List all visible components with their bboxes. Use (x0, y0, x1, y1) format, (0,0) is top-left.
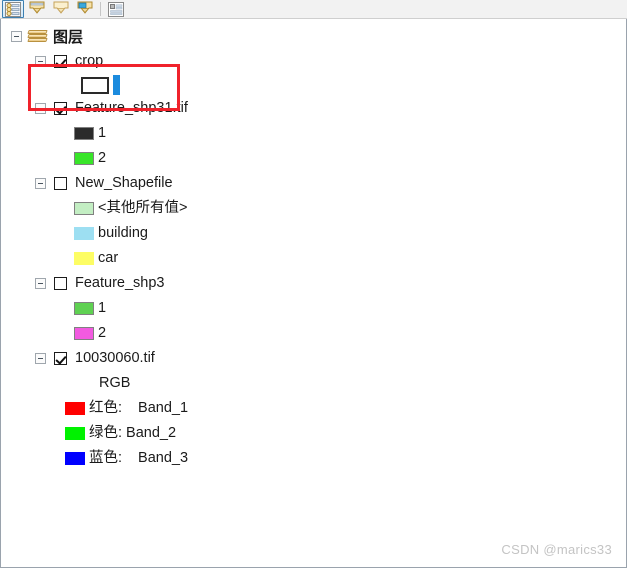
layer-checkbox-10030060[interactable] (54, 352, 67, 365)
layer-label-feature-shp3: Feature_shp3 (75, 275, 165, 292)
toc-toolbar (0, 0, 627, 19)
symbol-swatch-new-shapefile-building[interactable] (74, 227, 94, 240)
symbol-row-feature-shp31-2[interactable]: 2 (1, 146, 626, 171)
symbol-swatch-crop-outline[interactable] (81, 76, 109, 94)
layer-checkbox-feature-shp31[interactable] (54, 102, 67, 115)
layer-checkbox-new-shapefile[interactable] (54, 177, 67, 190)
layer-item-new-shapefile[interactable]: New_Shapefile (1, 171, 626, 196)
collapse-toggle-new-shapefile[interactable] (35, 178, 46, 189)
symbol-swatch-new-shapefile-other[interactable] (74, 202, 94, 215)
symbol-row-new-shapefile-building[interactable]: building (1, 221, 626, 246)
symbol-swatch-band-blue[interactable] (65, 452, 85, 465)
layer-label-10030060: 10030060.tif (75, 350, 155, 367)
list-by-source-button[interactable] (26, 0, 48, 18)
symbol-swatch-band-green[interactable] (65, 427, 85, 440)
symbol-label-band-blue: 蓝色: (89, 450, 123, 467)
symbol-row-feature-shp3-1[interactable]: 1 (1, 296, 626, 321)
list-by-source-icon (29, 1, 45, 14)
layer-item-10030060[interactable]: 10030060.tif (1, 346, 626, 371)
symbol-row-band-red[interactable]: 红色: Band_1 (1, 396, 626, 421)
symbol-label-band-green: 绿色: (89, 425, 123, 442)
symbol-row-feature-shp3-2[interactable]: 2 (1, 321, 626, 346)
watermark: CSDN @marics33 (501, 542, 612, 557)
collapse-toggle-feature-shp3[interactable] (35, 278, 46, 289)
symbol-label-feature-shp31-2: 2 (98, 150, 107, 167)
symbol-value-band-green: Band_2 (126, 425, 177, 442)
table-of-contents-panel[interactable]: 图层 crop Feature_shp31.tif 1 2 New_Shapef… (0, 19, 627, 568)
list-by-selection-icon (77, 1, 93, 14)
symbol-row-new-shapefile-other[interactable]: <其他所有值> (1, 196, 626, 221)
layer-checkbox-crop[interactable] (54, 55, 67, 68)
symbol-value-band-red: Band_1 (138, 400, 189, 417)
layer-label-crop: crop (75, 53, 104, 70)
root-label: 图层 (53, 29, 84, 46)
symbol-swatch-crop-blue-bar[interactable] (113, 75, 120, 95)
options-icon (108, 1, 124, 17)
layer-tree: 图层 crop Feature_shp31.tif 1 2 New_Shapef… (1, 19, 626, 471)
list-by-drawing-order-icon (5, 1, 21, 17)
symbol-label-feature-shp3-1: 1 (98, 300, 107, 317)
collapse-toggle-root[interactable] (11, 31, 22, 42)
symbol-label-feature-shp3-2: 2 (98, 325, 107, 342)
symbol-label-band-red: 红色: (89, 400, 123, 417)
collapse-toggle-crop[interactable] (35, 56, 46, 67)
toolbar-separator (100, 2, 101, 16)
list-by-drawing-order-button[interactable] (2, 0, 24, 18)
list-by-selection-button[interactable] (74, 0, 96, 18)
symbol-label-new-shapefile-car: car (98, 250, 119, 267)
symbol-swatch-band-red[interactable] (65, 402, 85, 415)
rgb-group-label: RGB (99, 375, 131, 392)
layer-checkbox-feature-shp3[interactable] (54, 277, 67, 290)
list-by-visibility-icon (53, 1, 69, 14)
options-button[interactable] (105, 0, 127, 18)
symbol-row-band-green[interactable]: 绿色: Band_2 (1, 421, 626, 446)
symbol-swatch-feature-shp3-1[interactable] (74, 302, 94, 315)
layer-item-crop[interactable]: crop (1, 49, 626, 74)
layer-label-new-shapefile: New_Shapefile (75, 175, 173, 192)
collapse-toggle-10030060[interactable] (35, 353, 46, 364)
symbol-swatch-feature-shp31-2[interactable] (74, 152, 94, 165)
symbol-label-feature-shp31-1: 1 (98, 125, 107, 142)
symbol-swatch-new-shapefile-car[interactable] (74, 252, 94, 265)
symbol-swatch-feature-shp3-2[interactable] (74, 327, 94, 340)
layer-label-feature-shp31: Feature_shp31.tif (75, 100, 188, 117)
layers-stack-icon (27, 29, 48, 44)
layer-item-feature-shp31[interactable]: Feature_shp31.tif (1, 96, 626, 121)
symbol-row-feature-shp31-1[interactable]: 1 (1, 121, 626, 146)
symbol-value-band-blue: Band_3 (138, 450, 189, 467)
symbol-label-new-shapefile-building: building (98, 225, 148, 242)
raster-group-label-rgb: RGB (1, 371, 626, 396)
layer-item-feature-shp3[interactable]: Feature_shp3 (1, 271, 626, 296)
symbol-swatch-feature-shp31-1[interactable] (74, 127, 94, 140)
symbol-row-band-blue[interactable]: 蓝色: Band_3 (1, 446, 626, 471)
symbol-row-crop[interactable] (1, 74, 626, 96)
collapse-toggle-feature-shp31[interactable] (35, 103, 46, 114)
tree-root-layers[interactable]: 图层 (1, 24, 626, 49)
symbol-row-new-shapefile-car[interactable]: car (1, 246, 626, 271)
symbol-label-new-shapefile-other: <其他所有值> (98, 200, 188, 217)
list-by-visibility-button[interactable] (50, 0, 72, 18)
